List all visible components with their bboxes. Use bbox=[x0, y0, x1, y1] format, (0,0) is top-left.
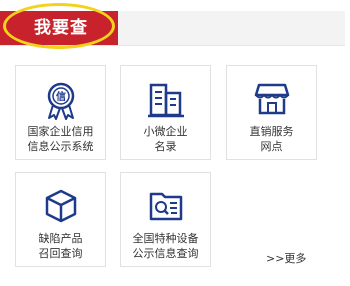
page: 我要查 信 国家企业信用 信息公示系统 小微企业 名录 直销服务 网点 缺陷产品… bbox=[0, 0, 350, 286]
more-link[interactable]: >>更多 bbox=[266, 250, 306, 266]
tile-label: 全国特种设备 公示信息查询 bbox=[132, 232, 199, 260]
search-folder-icon bbox=[149, 192, 182, 221]
tile-enterprise-credit[interactable]: 信 国家企业信用 信息公示系统 bbox=[15, 65, 106, 160]
tile-direct-sales-outlets[interactable]: 直销服务 网点 bbox=[226, 65, 317, 160]
svg-text:信: 信 bbox=[56, 90, 66, 103]
tile-label: 小微企业 名录 bbox=[143, 125, 188, 153]
tile-label: 国家企业信用 信息公示系统 bbox=[27, 125, 94, 153]
certificate-icon: 信 bbox=[47, 82, 74, 120]
tile-label: 缺陷产品 召回查询 bbox=[38, 232, 83, 260]
storefront-icon bbox=[254, 83, 289, 115]
tile-special-equipment-info[interactable]: 全国特种设备 公示信息查询 bbox=[120, 172, 211, 267]
tile-defective-product-recall[interactable]: 缺陷产品 召回查询 bbox=[15, 172, 106, 267]
cube-icon bbox=[45, 189, 76, 223]
section-header: 我要查 bbox=[0, 3, 345, 49]
tile-label: 直销服务 网点 bbox=[249, 125, 294, 153]
section-title: 我要查 bbox=[34, 18, 88, 38]
tile-small-micro-enterprise[interactable]: 小微企业 名录 bbox=[120, 65, 211, 160]
buildings-icon bbox=[147, 83, 184, 118]
